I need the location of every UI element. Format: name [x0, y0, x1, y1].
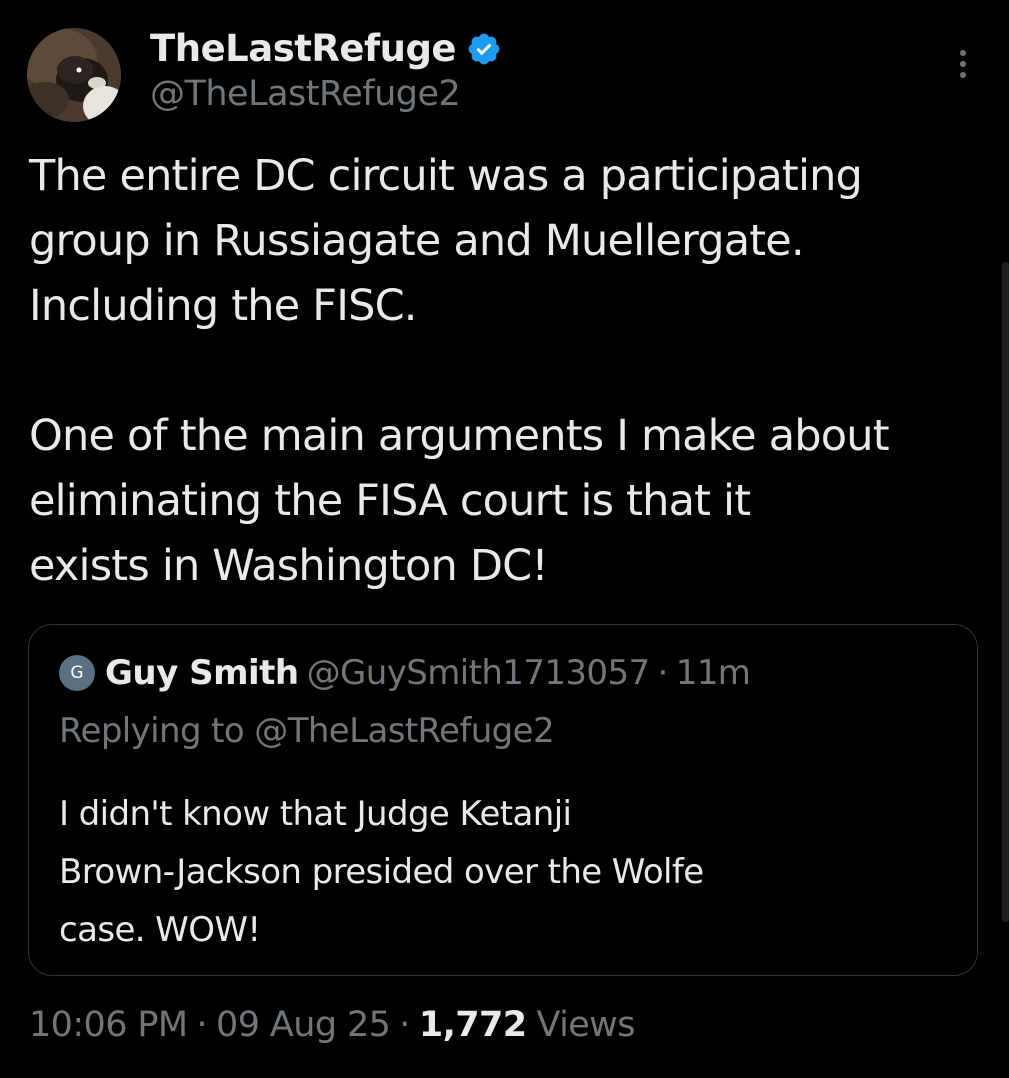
tweet-detail: TheLastRefuge @TheLastRefuge2 The entire…: [0, 0, 1009, 1078]
quoted-tweet-card[interactable]: G Guy Smith @GuySmith1713057 · 11m Reply…: [28, 624, 978, 976]
meta-separator-2: ·: [399, 1005, 410, 1045]
quoted-author-avatar[interactable]: G: [59, 655, 95, 691]
quoted-tweet-time[interactable]: 11m: [676, 653, 751, 693]
verified-badge-icon[interactable]: [466, 31, 502, 67]
quoted-tweet-text: I didn't know that Judge Ketanji Brown-J…: [59, 794, 704, 950]
author-name[interactable]: TheLastRefuge: [150, 27, 457, 70]
quoted-author-handle[interactable]: @GuySmith1713057: [307, 653, 650, 693]
views-label: Views: [536, 1005, 636, 1045]
meta-separator-1: ·: [196, 1005, 208, 1045]
author-handle[interactable]: @TheLastRefuge2: [150, 74, 461, 114]
author-name-row: TheLastRefuge: [150, 24, 502, 72]
scrollbar[interactable]: [1002, 262, 1009, 922]
tweet-meta: 10:06 PM · 09 Aug 25 · 1,772 Views: [29, 1000, 635, 1050]
quoted-replying-to: Replying to @TheLastRefuge2: [59, 711, 555, 751]
quoted-author-name[interactable]: Guy Smith: [105, 653, 299, 693]
tweet-text: The entire DC circuit was a participatin…: [29, 144, 994, 599]
views-count[interactable]: 1,772: [419, 1005, 527, 1045]
tweet-paragraph-2: One of the main arguments I make about e…: [29, 411, 890, 591]
tweet-date[interactable]: 09 Aug 25: [216, 1005, 391, 1045]
quoted-separator: ·: [657, 653, 669, 693]
author-avatar[interactable]: [27, 28, 121, 122]
quoted-tweet-header: G Guy Smith @GuySmith1713057 · 11m: [59, 651, 751, 695]
tweet-time[interactable]: 10:06 PM: [29, 1005, 188, 1045]
more-vertical-icon[interactable]: [950, 50, 976, 84]
avatar-image: [27, 28, 121, 122]
tweet-paragraph-1: The entire DC circuit was a participatin…: [29, 151, 863, 331]
